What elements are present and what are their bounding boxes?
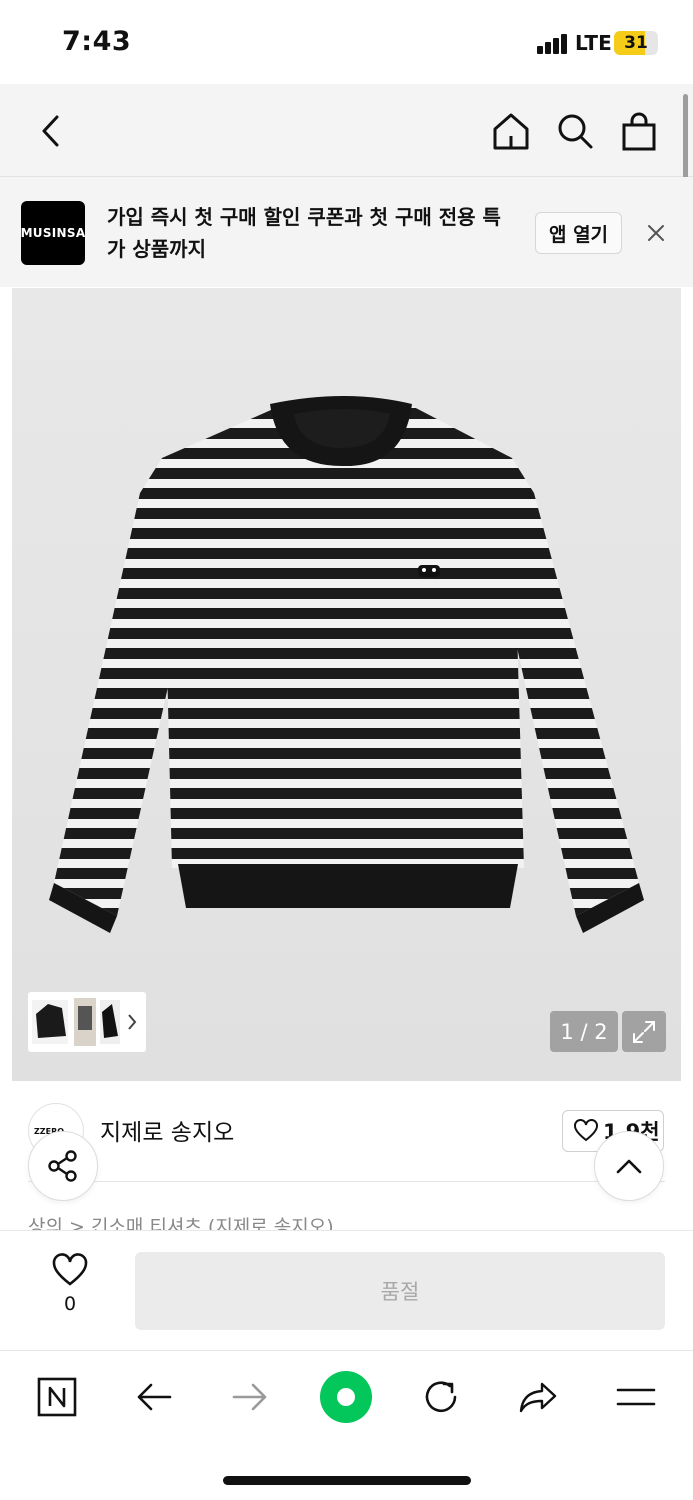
signal-icon: [537, 34, 569, 54]
wishlist-count: 0: [63, 1293, 77, 1315]
chevron-left-icon: [42, 115, 59, 147]
wishlist-button[interactable]: 0: [40, 1253, 100, 1315]
share-nodes-icon: [48, 1150, 77, 1182]
battery-level: 31: [624, 33, 648, 53]
share-icon: [519, 1382, 557, 1413]
status-time: 7:43: [62, 26, 132, 57]
soldout-button[interactable]: 품절: [135, 1252, 665, 1330]
breadcrumb-text: 상의 > 긴소매 티셔츠 (지제로 송지오): [28, 1216, 334, 1230]
menu-icon: [616, 1388, 656, 1406]
banner-message: 가입 즉시 첫 구매 할인 쿠폰과 첫 구매 전용 특가 상품까지: [107, 205, 501, 261]
shopping-bag-icon: [622, 112, 656, 151]
reload-icon: [425, 1381, 457, 1413]
musinsa-logo: MUSINSA: [21, 201, 85, 265]
striped-sweatshirt-image: [49, 396, 644, 933]
back-button[interactable]: [26, 106, 76, 156]
image-counter: 1 / 2: [550, 1011, 618, 1052]
browser-nav-bar: [0, 84, 693, 177]
cart-button[interactable]: [614, 106, 664, 156]
product-image[interactable]: [12, 288, 681, 1081]
heart-icon: [52, 1253, 88, 1286]
app-install-banner: MUSINSA 가입 즉시 첫 구매 할인 쿠폰과 첫 구매 전용 특가 상품까…: [0, 177, 693, 287]
search-button[interactable]: [550, 106, 600, 156]
brand-row: ZZERO 지제로 송지오 1.9천: [0, 1081, 693, 1181]
brand-name[interactable]: 지제로 송지오: [100, 1113, 234, 1147]
gallery-thumbnails[interactable]: [28, 992, 146, 1052]
naver-n-icon: [37, 1377, 77, 1417]
forward-arrow-icon: [232, 1383, 267, 1411]
naver-home-button[interactable]: [29, 1369, 85, 1425]
search-icon: [558, 114, 593, 149]
close-icon: [648, 225, 664, 241]
home-indicator: [223, 1476, 471, 1485]
status-bar: 7:43 LTE 31: [0, 0, 693, 84]
purchase-bar: 0 품절: [0, 1230, 693, 1350]
divider: [28, 1181, 665, 1182]
breadcrumb[interactable]: 상의 > 긴소매 티셔츠 (지제로 송지오): [28, 1210, 334, 1230]
green-dot-button[interactable]: [318, 1369, 374, 1425]
share-button[interactable]: [28, 1131, 98, 1201]
banner-close-button[interactable]: [640, 217, 672, 249]
open-app-button[interactable]: 앱 열기: [535, 212, 622, 254]
thumbnail-images: [32, 998, 137, 1046]
browser-back-button[interactable]: [126, 1369, 182, 1425]
reload-button[interactable]: [413, 1369, 469, 1425]
heart-icon: [574, 1119, 598, 1142]
browser-menu-button[interactable]: [608, 1369, 664, 1425]
home-button[interactable]: [486, 106, 536, 156]
fullscreen-button[interactable]: [622, 1011, 666, 1052]
green-circle-icon: [320, 1371, 372, 1423]
home-icon: [493, 113, 529, 150]
chevron-up-icon: [616, 1159, 642, 1174]
scroll-top-button[interactable]: [594, 1131, 664, 1201]
browser-forward-button[interactable]: [222, 1369, 278, 1425]
expand-icon: [633, 1020, 655, 1043]
back-arrow-icon: [137, 1383, 172, 1411]
network-label: LTE: [575, 31, 612, 55]
browser-share-button[interactable]: [510, 1369, 566, 1425]
battery-icon: 31: [614, 31, 658, 55]
